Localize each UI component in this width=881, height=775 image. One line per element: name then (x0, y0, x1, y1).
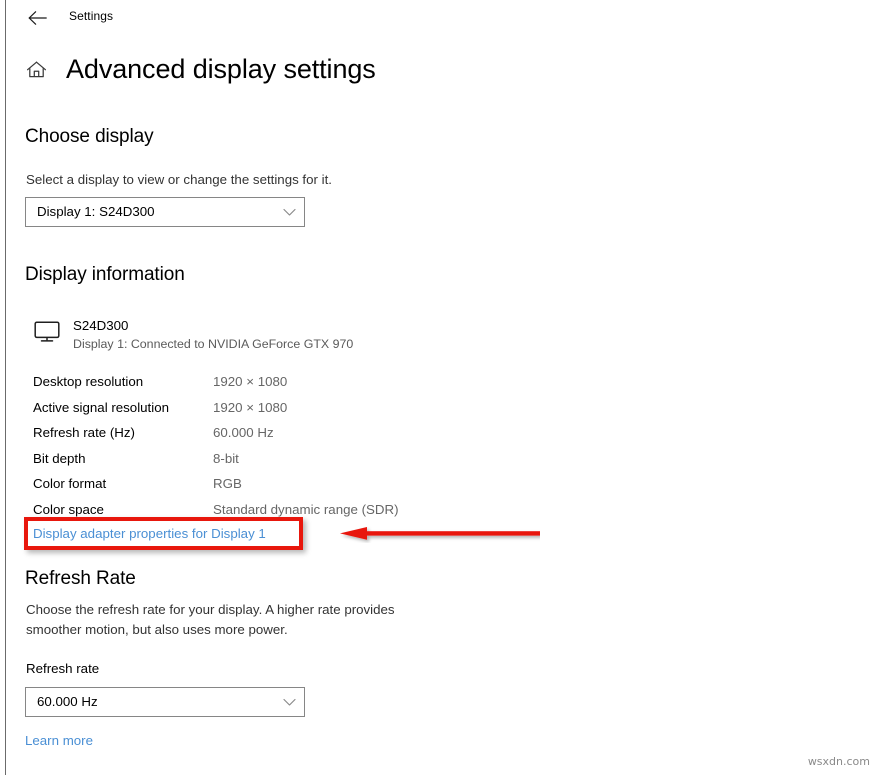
refresh-rate-value: 60.000 Hz (26, 693, 274, 711)
chevron-down-icon (274, 208, 304, 217)
info-label: Color space (33, 500, 104, 520)
display-adapter-properties-link[interactable]: Display adapter properties for Display 1 (33, 524, 266, 544)
back-arrow-icon (28, 11, 47, 25)
monitor-name: S24D300 (73, 316, 128, 335)
left-arrow-annotation (340, 525, 540, 543)
info-value: 8-bit (213, 449, 239, 469)
info-label: Desktop resolution (33, 372, 143, 392)
refresh-rate-description: Choose the refresh rate for your display… (26, 600, 451, 640)
table-row: Active signal resolution 1920 × 1080 (26, 396, 546, 422)
titlebar-app-name: Settings (69, 8, 113, 24)
choose-display-description: Select a display to view or change the s… (26, 170, 506, 190)
display-information-heading: Display information (25, 262, 185, 287)
display-select-dropdown[interactable]: Display 1: S24D300 (25, 197, 305, 227)
table-row: Color format RGB (26, 472, 546, 498)
info-value: Standard dynamic range (SDR) (213, 500, 399, 520)
info-label: Color format (33, 474, 106, 494)
info-label: Active signal resolution (33, 398, 169, 418)
back-button[interactable] (22, 5, 52, 31)
display-info-table: Desktop resolution 1920 × 1080 Active si… (26, 370, 546, 524)
info-value: 1920 × 1080 (213, 372, 287, 392)
page-header: Advanced display settings (24, 52, 376, 86)
info-label: Bit depth (33, 449, 86, 469)
chevron-down-icon (274, 698, 304, 707)
monitor-icon (34, 321, 60, 343)
refresh-rate-dropdown[interactable]: 60.000 Hz (25, 687, 305, 717)
watermark: wsxdn.com (808, 755, 870, 769)
info-value: 60.000 Hz (213, 423, 274, 443)
learn-more-link[interactable]: Learn more (25, 731, 93, 751)
home-icon[interactable] (24, 57, 48, 81)
info-label: Refresh rate (Hz) (33, 423, 135, 443)
home-glyph-icon (26, 60, 47, 79)
page-title: Advanced display settings (66, 52, 376, 86)
refresh-rate-heading: Refresh Rate (25, 566, 136, 591)
table-row: Color space Standard dynamic range (SDR) (26, 498, 546, 524)
title-bar: Settings (6, 0, 881, 36)
window-left-border (5, 0, 6, 775)
info-value: 1920 × 1080 (213, 398, 287, 418)
info-value: RGB (213, 474, 242, 494)
choose-display-heading: Choose display (25, 124, 154, 149)
monitor-connection-subtitle: Display 1: Connected to NVIDIA GeForce G… (73, 335, 353, 354)
table-row: Bit depth 8-bit (26, 447, 546, 473)
refresh-rate-field-label: Refresh rate (26, 659, 99, 679)
display-select-value: Display 1: S24D300 (26, 203, 274, 221)
table-row: Refresh rate (Hz) 60.000 Hz (26, 421, 546, 447)
table-row: Desktop resolution 1920 × 1080 (26, 370, 546, 396)
